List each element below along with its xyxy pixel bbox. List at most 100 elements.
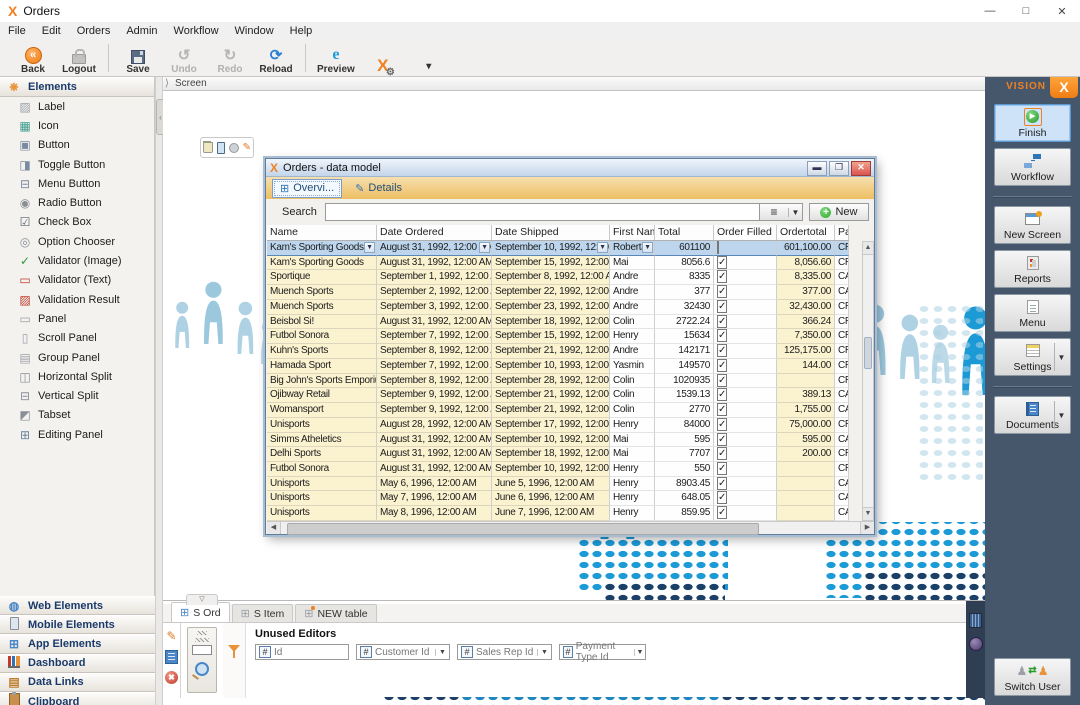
order-filled-checkbox[interactable]: ✓ bbox=[717, 491, 727, 504]
column-header-date-ordered[interactable]: Date Ordered bbox=[377, 225, 492, 240]
workflow-button[interactable]: Workflow bbox=[994, 148, 1071, 186]
column-header-order-filled[interactable]: Order Filled bbox=[714, 225, 777, 240]
table-row[interactable]: Kam's Sporting GoodsAugust 31, 1992, 12:… bbox=[267, 256, 849, 271]
table-row[interactable]: WomansportSeptember 9, 1992, 12:00 AMSep… bbox=[267, 403, 849, 418]
cell-dropdown-icon[interactable]: ▼ bbox=[597, 242, 608, 253]
table-cell[interactable]: ✓ bbox=[714, 403, 777, 418]
table-row[interactable]: Simms AtheleticsAugust 31, 1992, 12:00 A… bbox=[267, 433, 849, 448]
table-cell[interactable]: August 31, 1992, 12:00 AM bbox=[377, 447, 492, 462]
table-cell[interactable]: Muench Sports bbox=[267, 300, 377, 315]
order-filled-checkbox[interactable]: ✓ bbox=[717, 462, 727, 475]
maximize-button[interactable]: □ bbox=[1008, 0, 1044, 22]
table-cell[interactable]: Andre bbox=[610, 285, 655, 300]
chevron-down-icon[interactable]: ▼ bbox=[1054, 401, 1068, 429]
table-cell[interactable]: Colin bbox=[610, 403, 655, 418]
order-filled-checkbox[interactable]: ✓ bbox=[717, 506, 727, 519]
table-cell[interactable]: Colin bbox=[610, 315, 655, 330]
switch-user-button[interactable]: ♟⇄♟ Switch User bbox=[994, 658, 1071, 696]
table-cell[interactable]: Andre bbox=[610, 344, 655, 359]
dialog-maximize-button[interactable]: ❐ bbox=[829, 161, 849, 176]
sphere-icon[interactable] bbox=[969, 637, 983, 651]
table-cell[interactable]: Futbol Sonora bbox=[267, 329, 377, 344]
element-item-vertical-split[interactable]: ⊟Vertical Split bbox=[0, 386, 155, 405]
cell-dropdown-icon[interactable]: ▼ bbox=[642, 242, 653, 253]
editor-chip-sales-rep-id[interactable]: #Sales Rep Id▼ bbox=[457, 644, 552, 660]
table-cell[interactable]: September 7, 1992, 12:00 AM bbox=[377, 359, 492, 374]
table-cell[interactable]: CAS bbox=[835, 388, 849, 403]
remove-icon[interactable]: ✖ bbox=[165, 671, 178, 684]
element-item-button[interactable]: ▣Button bbox=[0, 136, 155, 155]
table-cell[interactable]: Delhi Sports bbox=[267, 447, 377, 462]
edit-icon[interactable]: ✎ bbox=[243, 142, 251, 153]
table-cell[interactable]: Yasmin bbox=[610, 359, 655, 374]
minimize-button[interactable]: — bbox=[972, 0, 1008, 22]
panel-toggle-icon[interactable] bbox=[969, 613, 982, 628]
logout-button[interactable]: Logout bbox=[58, 42, 100, 75]
table-cell[interactable]: 8903.45 bbox=[655, 477, 714, 492]
table-cell[interactable]: September 8, 1992, 12:00 AM bbox=[377, 344, 492, 359]
table-cell[interactable]: CRE bbox=[835, 418, 849, 433]
editor-chip-id[interactable]: #Id bbox=[255, 644, 349, 660]
table-row[interactable]: Big John's Sports EmporiumSeptember 8, 1… bbox=[267, 374, 849, 389]
scroll-left-icon[interactable]: ◀ bbox=[267, 522, 281, 534]
chevron-down-icon[interactable]: ▼ bbox=[1054, 343, 1068, 371]
table-cell[interactable]: 125,175.00 bbox=[777, 344, 835, 359]
table-cell[interactable]: 8,335.00 bbox=[777, 270, 835, 285]
menu-orders[interactable]: Orders bbox=[69, 23, 119, 39]
column-header-first-name[interactable]: First Name bbox=[610, 225, 655, 240]
table-row[interactable]: UnisportsMay 8, 1996, 12:00 AMJune 7, 19… bbox=[267, 506, 849, 521]
table-cell[interactable]: September 10, 1993, 12:00 AM bbox=[492, 359, 610, 374]
table-cell[interactable]: Unisports bbox=[267, 506, 377, 521]
element-item-validation-result[interactable]: ▨Validation Result bbox=[0, 290, 155, 309]
table-cell[interactable]: 142171 bbox=[655, 344, 714, 359]
finish-button[interactable]: ▶Finish bbox=[994, 104, 1071, 142]
table-cell[interactable]: August 31, 1992, 12:00 AM bbox=[377, 462, 492, 477]
table-cell[interactable]: September 28, 1992, 12:00 AM bbox=[492, 374, 610, 389]
table-cell[interactable]: 7,350.00 bbox=[777, 329, 835, 344]
table-cell[interactable]: CRE bbox=[835, 462, 849, 477]
table-cell[interactable]: 550 bbox=[655, 462, 714, 477]
element-item-panel[interactable]: ▭Panel bbox=[0, 309, 155, 328]
order-filled-checkbox[interactable]: ✓ bbox=[717, 388, 727, 401]
table-cell[interactable]: September 8, 1992, 12:00 AM bbox=[492, 270, 610, 285]
table-cell[interactable]: Henry bbox=[610, 477, 655, 492]
table-cell[interactable]: September 15, 1992, 12:00 AM bbox=[492, 329, 610, 344]
column-header-total[interactable]: Total bbox=[655, 225, 714, 240]
table-cell[interactable]: Big John's Sports Emporium bbox=[267, 374, 377, 389]
dialog-tab-details[interactable]: ✎Details bbox=[348, 180, 409, 197]
screen-panel-header[interactable]: ⟩ Screen bbox=[163, 77, 985, 91]
cell-dropdown-icon[interactable]: ▼ bbox=[479, 242, 490, 253]
table-cell[interactable]: September 2, 1992, 12:00 AM bbox=[377, 285, 492, 300]
table-cell[interactable]: September 3, 1992, 12:00 AM bbox=[377, 300, 492, 315]
table-cell[interactable]: September 10, 1992, 12:00 AM bbox=[492, 462, 610, 477]
table-cell[interactable]: ✓ bbox=[714, 447, 777, 462]
column-header-date-shipped[interactable]: Date Shipped bbox=[492, 225, 610, 240]
table-cell[interactable]: 144.00 bbox=[777, 359, 835, 374]
table-cell[interactable]: CAS bbox=[835, 285, 849, 300]
table-cell[interactable]: 1,755.00 bbox=[777, 403, 835, 418]
table-cell[interactable]: 366.24 bbox=[777, 315, 835, 330]
bottom-tab-new-table[interactable]: ⊞NEW table bbox=[295, 604, 376, 622]
dock-app-elements[interactable]: ⊞App Elements bbox=[0, 634, 155, 653]
element-item-editing-panel[interactable]: ⊞Editing Panel bbox=[0, 425, 155, 444]
table-cell[interactable]: ✓ bbox=[714, 256, 777, 271]
table-cell[interactable]: ✓ bbox=[714, 433, 777, 448]
table-cell[interactable]: 377 bbox=[655, 285, 714, 300]
delete-icon[interactable] bbox=[203, 142, 213, 153]
table-cell[interactable]: 32,430.00 bbox=[777, 300, 835, 315]
menu-window[interactable]: Window bbox=[227, 23, 282, 39]
table-cell[interactable] bbox=[777, 462, 835, 477]
preview-button[interactable]: ePreview bbox=[314, 42, 358, 75]
order-filled-checkbox[interactable]: ✓ bbox=[717, 477, 727, 490]
table-cell[interactable]: Hamada Sport bbox=[267, 359, 377, 374]
dock-clipboard[interactable]: Clipboard bbox=[0, 692, 155, 705]
table-cell[interactable]: Unisports bbox=[267, 477, 377, 492]
table-cell[interactable]: Henry bbox=[610, 418, 655, 433]
table-cell[interactable]: August 28, 1992, 12:00 AM bbox=[377, 418, 492, 433]
order-filled-checkbox[interactable] bbox=[717, 241, 719, 254]
table-cell[interactable]: 595.00 bbox=[777, 433, 835, 448]
table-cell[interactable]: 149570 bbox=[655, 359, 714, 374]
left-splitter[interactable]: ‹ bbox=[155, 77, 163, 705]
dropdown-caret-icon-button[interactable]: ▾ bbox=[408, 42, 450, 75]
save-button[interactable]: Save bbox=[117, 42, 159, 75]
